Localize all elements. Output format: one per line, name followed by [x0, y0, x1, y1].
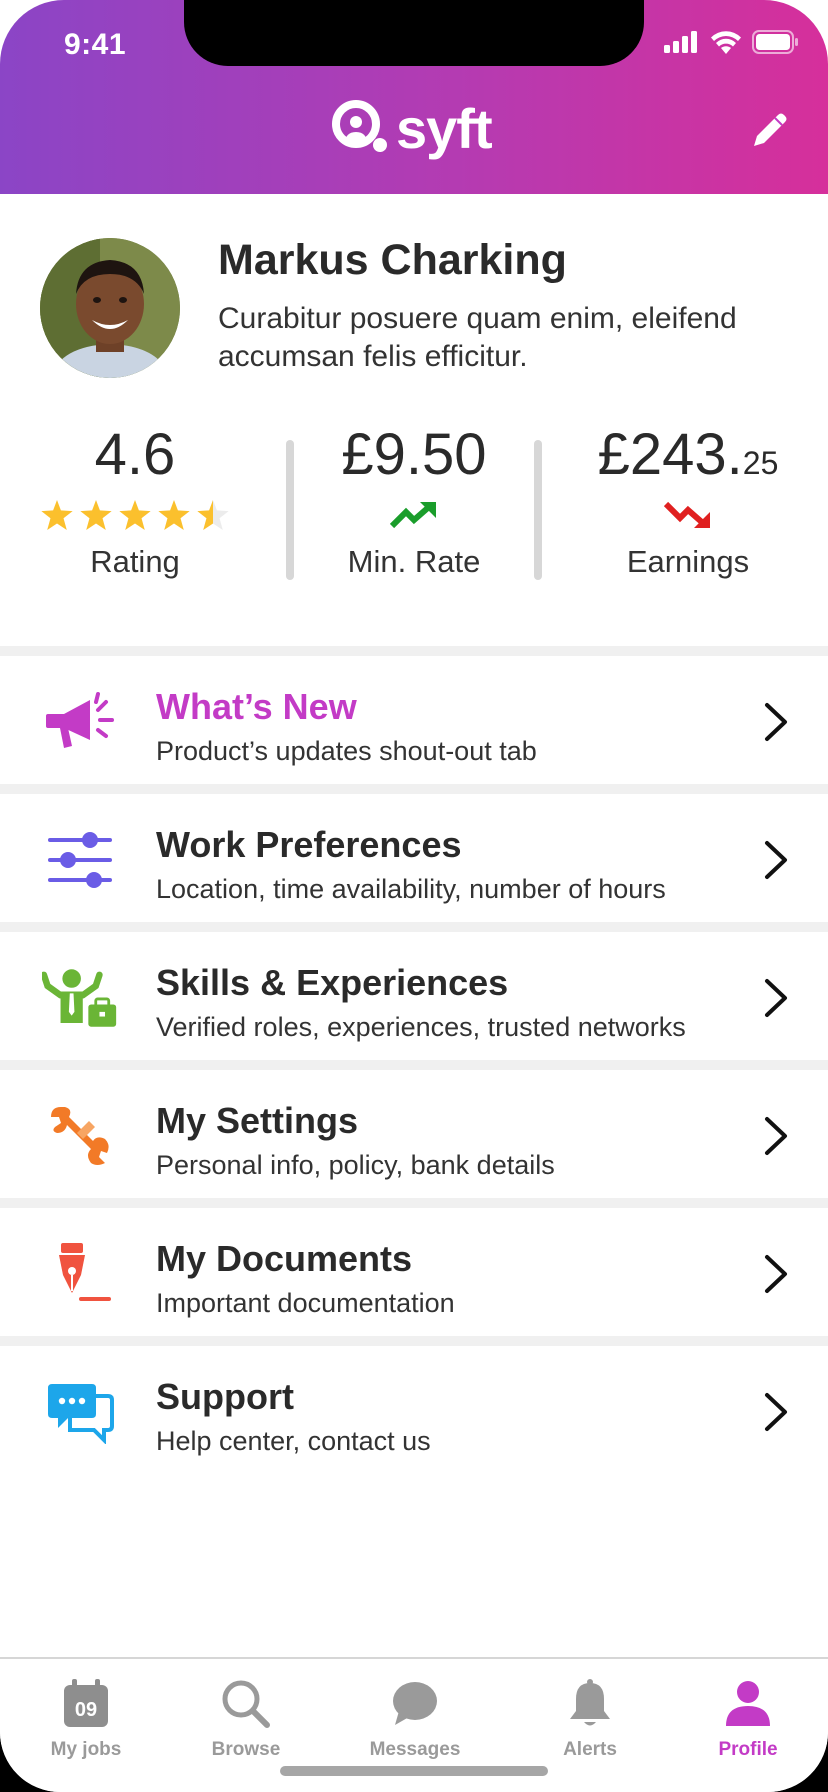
- menu-item-my-settings[interactable]: My Settings Personal info, policy, bank …: [0, 1070, 828, 1198]
- menu-item-subtitle: Location, time availability, number of h…: [156, 874, 666, 904]
- rating-stat: 4.6 Rating: [15, 420, 255, 580]
- tab-alerts[interactable]: Alerts: [520, 1671, 660, 1761]
- megaphone-icon: [42, 686, 118, 758]
- tab-my-jobs[interactable]: 09 My jobs: [16, 1671, 156, 1761]
- tab-browse[interactable]: Browse: [176, 1671, 316, 1761]
- chevron-right-icon: [765, 1393, 787, 1431]
- menu-separator: [0, 922, 828, 932]
- chat-icon: [345, 1671, 485, 1737]
- menu-separator: [0, 1060, 828, 1070]
- rating-label: Rating: [90, 544, 180, 579]
- menu-separator: [0, 1198, 828, 1208]
- earnings-amount: £243.: [597, 422, 743, 487]
- menu-item-work-preferences[interactable]: Work Preferences Location, time availabi…: [0, 794, 828, 922]
- syft-logo: syft: [330, 97, 493, 160]
- chevron-right-icon: [765, 1255, 787, 1293]
- tab-label: Messages: [369, 1739, 461, 1760]
- menu-separator: [0, 646, 828, 656]
- calendar-icon: 09: [16, 1671, 156, 1737]
- menu-item-title: Support: [156, 1376, 294, 1417]
- menu-item-subtitle: Personal info, policy, bank details: [156, 1150, 555, 1180]
- profile-menu: What’s New Product’s updates shout-out t…: [0, 646, 828, 1474]
- menu-item-title: My Settings: [156, 1100, 359, 1141]
- star-icon: [158, 500, 190, 530]
- earnings-stat: £243.25 Earnings: [568, 420, 808, 580]
- min-rate-label: Min. Rate: [347, 544, 481, 579]
- menu-item-skills-experiences[interactable]: Skills & Experiences Verified roles, exp…: [0, 932, 828, 1060]
- rating-stars: [41, 500, 229, 530]
- menu-item-whats-new[interactable]: What’s New Product’s updates shout-out t…: [0, 656, 828, 784]
- star-icon: [119, 500, 151, 530]
- bell-icon: [520, 1671, 660, 1737]
- menu-item-title: My Documents: [156, 1238, 413, 1279]
- min-rate-value: £9.50: [341, 422, 487, 487]
- menu-item-title: What’s New: [156, 686, 357, 727]
- tab-label: My jobs: [50, 1739, 122, 1760]
- half-star-icon: [197, 500, 229, 530]
- sliders-icon: [42, 824, 118, 896]
- menu-separator: [0, 784, 828, 794]
- syft-logo-icon: [332, 100, 387, 152]
- status-icons: [664, 30, 798, 54]
- earnings-cents: 25: [742, 445, 779, 481]
- calendar-badge: 09: [75, 1699, 97, 1721]
- earnings-value: £243.25: [568, 420, 808, 490]
- rating-value: 4.6: [94, 422, 176, 487]
- app-header: 9:41 syft: [0, 0, 828, 194]
- person-icon: [678, 1671, 818, 1737]
- status-time: 9:41: [64, 28, 127, 61]
- person-briefcase-icon: [42, 962, 118, 1034]
- tab-profile[interactable]: Profile: [678, 1671, 818, 1761]
- menu-item-my-documents[interactable]: My Documents Important documentation: [0, 1208, 828, 1336]
- avatar-photo: [40, 238, 180, 378]
- signal-icon: [664, 31, 697, 53]
- profile-screen: 9:41 syft Markus Charking Curabitur posu…: [0, 0, 828, 1792]
- menu-item-subtitle: Verified roles, experiences, trusted net…: [156, 1012, 686, 1042]
- battery-icon: [752, 30, 798, 54]
- tab-label: Profile: [718, 1739, 778, 1760]
- stat-divider: [286, 440, 294, 580]
- menu-item-title: Work Preferences: [156, 824, 462, 865]
- chat-bubbles-icon: [42, 1376, 118, 1448]
- trend-down-icon: [664, 501, 710, 528]
- chevron-right-icon: [765, 979, 787, 1017]
- menu-item-subtitle: Help center, contact us: [156, 1426, 431, 1456]
- home-indicator[interactable]: [280, 1766, 548, 1776]
- avatar[interactable]: [40, 238, 180, 378]
- search-icon: [176, 1671, 316, 1737]
- trend-up-icon: [390, 502, 436, 529]
- stat-divider: [534, 440, 542, 580]
- profile-bio: Curabitur posuere quam enim, eleifend ac…: [218, 302, 737, 373]
- star-icon: [41, 500, 73, 530]
- tab-label: Alerts: [563, 1739, 617, 1760]
- tab-label: Browse: [211, 1739, 281, 1760]
- chevron-right-icon: [765, 1117, 787, 1155]
- syft-logo-text: syft: [396, 97, 493, 160]
- device-notch: [184, 0, 644, 66]
- wifi-icon: [711, 31, 741, 54]
- chevron-right-icon: [765, 841, 787, 879]
- earnings-label: Earnings: [626, 544, 750, 579]
- min-rate-stat: £9.50 Min. Rate: [294, 420, 534, 580]
- wrench-icon: [42, 1100, 118, 1172]
- menu-item-subtitle: Product’s updates shout-out tab: [156, 736, 537, 766]
- profile-name: Markus Charking: [218, 236, 567, 284]
- chevron-right-icon: [765, 703, 787, 741]
- menu-item-subtitle: Important documentation: [156, 1288, 455, 1318]
- menu-separator: [0, 1336, 828, 1346]
- fountain-pen-icon: [42, 1238, 118, 1310]
- menu-item-title: Skills & Experiences: [156, 962, 509, 1003]
- edit-profile-button[interactable]: [748, 108, 792, 152]
- menu-item-support[interactable]: Support Help center, contact us: [0, 1346, 828, 1474]
- star-icon: [80, 500, 112, 530]
- tab-messages[interactable]: Messages: [345, 1671, 485, 1761]
